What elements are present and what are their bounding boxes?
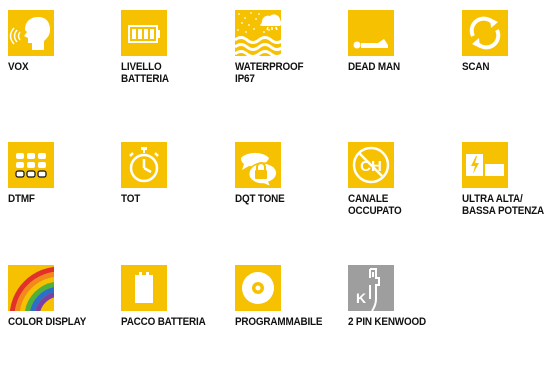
feature-label: SCAN bbox=[462, 61, 490, 73]
feature-tot: TOT bbox=[121, 142, 216, 205]
feature-vox: VOX bbox=[8, 10, 103, 73]
dtmf-keypad-icon bbox=[8, 142, 54, 188]
feature-programmable: PROGRAMMABILE bbox=[235, 265, 330, 328]
battery-pack-icon bbox=[121, 265, 167, 311]
stopwatch-icon bbox=[121, 142, 167, 188]
battery-level-icon bbox=[121, 10, 167, 56]
kenwood-connector-icon: K bbox=[348, 265, 394, 311]
feature-dqt-tone: DQT TONE bbox=[235, 142, 330, 205]
feature-battery-level: LIVELLO BATTERIA bbox=[121, 10, 216, 85]
feature-label: 2 PIN KENWOOD bbox=[348, 316, 426, 328]
dead-man-icon bbox=[348, 10, 394, 56]
color-display-icon bbox=[8, 265, 54, 311]
feature-waterproof: WATERPROOF IP67 bbox=[235, 10, 330, 85]
feature-busy-channel: CH CANALE OCCUPATO bbox=[348, 142, 443, 217]
dqt-tone-icon bbox=[235, 142, 281, 188]
feature-label: ULTRA ALTA/ BASSA POTENZA bbox=[462, 193, 545, 217]
scan-icon bbox=[462, 10, 508, 56]
feature-battery-pack: PACCO BATTERIA bbox=[121, 265, 216, 328]
kenwood-icon-text: K bbox=[356, 290, 366, 306]
programmable-disc-icon bbox=[235, 265, 281, 311]
feature-label: VOX bbox=[8, 61, 29, 73]
vox-head-icon bbox=[8, 10, 54, 56]
feature-label: TOT bbox=[121, 193, 141, 205]
feature-label: DEAD MAN bbox=[348, 61, 400, 73]
feature-label: COLOR DISPLAY bbox=[8, 316, 87, 328]
feature-label: DTMF bbox=[8, 193, 35, 205]
feature-label: LIVELLO BATTERIA bbox=[121, 61, 169, 85]
feature-power-level: ULTRA ALTA/ BASSA POTENZA bbox=[462, 142, 555, 217]
feature-label: DQT TONE bbox=[235, 193, 285, 205]
power-level-icon bbox=[462, 142, 508, 188]
feature-label: WATERPROOF IP67 bbox=[235, 61, 304, 85]
feature-dtmf: DTMF bbox=[8, 142, 103, 205]
feature-label: CANALE OCCUPATO bbox=[348, 193, 402, 217]
feature-dead-man: DEAD MAN bbox=[348, 10, 443, 73]
busy-channel-icon-text: CH bbox=[360, 158, 382, 175]
feature-kenwood-connector: K 2 PIN KENWOOD bbox=[348, 265, 443, 328]
feature-color-display: COLOR DISPLAY bbox=[8, 265, 103, 328]
busy-channel-icon: CH bbox=[348, 142, 394, 188]
feature-label: PROGRAMMABILE bbox=[235, 316, 323, 328]
feature-label: PACCO BATTERIA bbox=[121, 316, 206, 328]
feature-scan: SCAN bbox=[462, 10, 555, 73]
waterproof-icon bbox=[235, 10, 281, 56]
